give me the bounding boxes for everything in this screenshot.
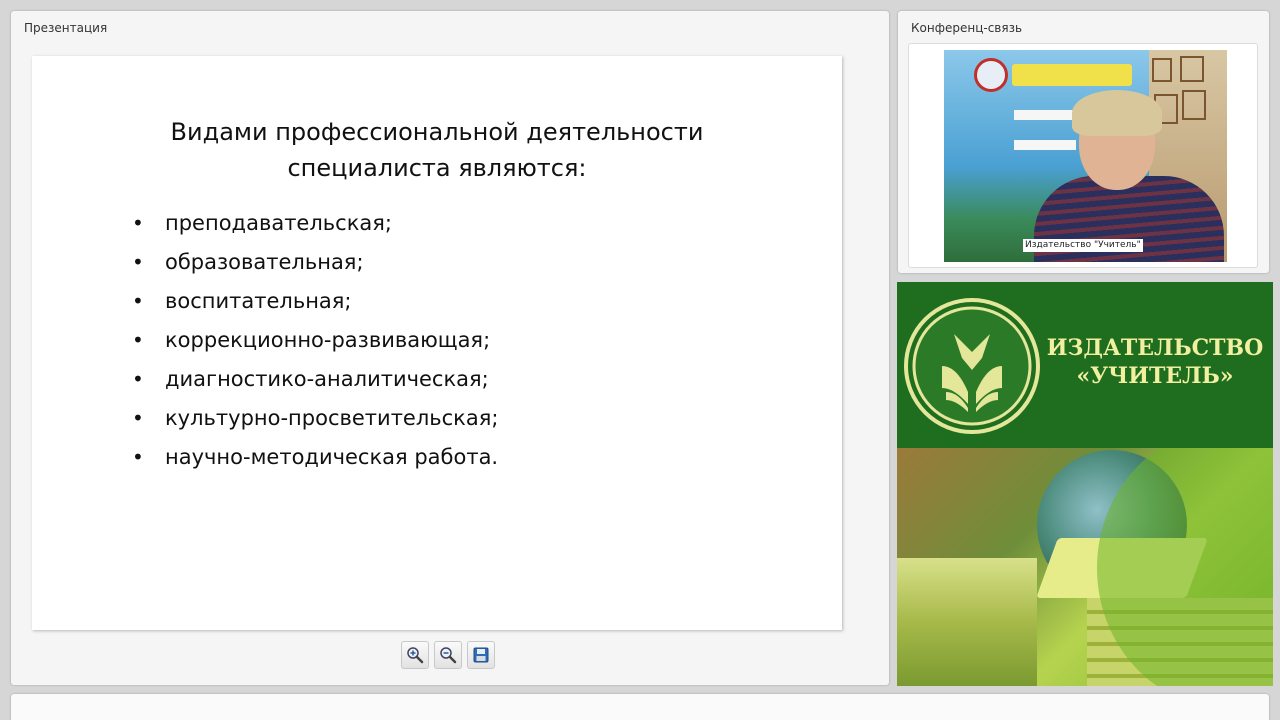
zoom-out-icon — [440, 647, 457, 664]
zoom-in-button[interactable] — [401, 641, 429, 669]
video-logo-text-bar — [1012, 64, 1132, 86]
slide-bullet-item: преподавательская; — [132, 204, 498, 243]
slide-bullet-item: культурно-просветительская; — [132, 399, 498, 438]
slide-bullet-item: образовательная; — [132, 243, 498, 282]
publisher-name: ИЗДАТЕЛЬСТВО «УЧИТЕЛЬ» — [1045, 334, 1265, 390]
zoom-out-button[interactable] — [434, 641, 462, 669]
publisher-banner: ИЗДАТЕЛЬСТВО «УЧИТЕЛЬ» — [897, 282, 1273, 686]
save-button[interactable] — [467, 641, 495, 669]
zoom-in-icon — [407, 647, 424, 664]
presentation-slide: Видами профессиональной деятельности спе… — [32, 56, 842, 630]
video-poster-text-bar — [1014, 140, 1076, 150]
publisher-name-line: «УЧИТЕЛЬ» — [1076, 363, 1234, 389]
slide-bullet-item: воспитательная; — [132, 282, 498, 321]
video-person-hair — [1072, 90, 1162, 136]
conference-panel: Конференц-связь Издательство "Учитель" — [898, 11, 1269, 273]
green-wave-overlay — [1097, 448, 1273, 686]
slide-bullet-item: научно-методическая работа. — [132, 438, 498, 477]
book-stack — [897, 558, 1037, 686]
slide-title-line: специалиста являются: — [287, 154, 587, 182]
participant-name-label: Издательство "Учитель" — [1023, 239, 1143, 252]
video-frame-decor — [1182, 90, 1206, 120]
presentation-toolbar — [401, 641, 495, 669]
slide-bullet-item: диагностико-аналитическая; — [132, 360, 498, 399]
video-frame-decor — [1180, 56, 1204, 82]
presentation-panel-title: Презентация — [24, 21, 108, 35]
video-frame-decor — [1152, 58, 1172, 82]
save-icon — [473, 647, 489, 663]
video-container: Издательство "Учитель" — [908, 43, 1258, 268]
publisher-name-line: ИЗДАТЕЛЬСТВО — [1046, 335, 1264, 361]
participant-video[interactable]: Издательство "Учитель" — [944, 50, 1227, 262]
publisher-logo-icon — [904, 298, 1040, 434]
publisher-banner-header: ИЗДАТЕЛЬСТВО «УЧИТЕЛЬ» — [897, 282, 1273, 448]
presentation-panel: Презентация Видами профессиональной деят… — [11, 11, 889, 685]
slide-title-line: Видами профессиональной деятельности — [170, 118, 704, 146]
conference-panel-title: Конференц-связь — [911, 21, 1023, 35]
bottom-panel — [11, 694, 1269, 720]
video-logo-circle — [974, 58, 1008, 92]
slide-bullet-item: коррекционно-развивающая; — [132, 321, 498, 360]
slide-bullet-list: преподавательская; образовательная; восп… — [132, 204, 498, 477]
publisher-banner-image — [897, 448, 1273, 686]
slide-title: Видами профессиональной деятельности спе… — [32, 114, 842, 186]
